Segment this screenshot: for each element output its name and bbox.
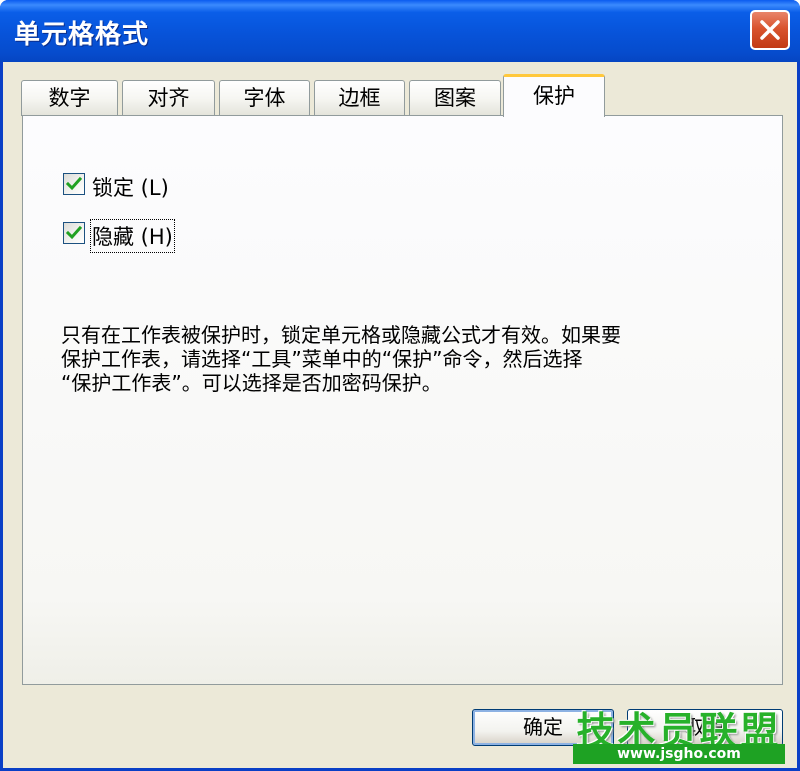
hidden-checkbox[interactable] — [63, 222, 85, 244]
description-line: “保护工作表”。可以选择是否加密码保护。 — [61, 371, 442, 395]
tab-border[interactable]: 边框 — [314, 80, 405, 116]
close-icon — [760, 20, 780, 40]
description-line: 保护工作表，请选择“工具”菜单中的“保护”命令，然后选择 — [61, 347, 583, 371]
dialog-title: 单元格格式 — [14, 20, 150, 50]
tab-alignment[interactable]: 对齐 — [122, 80, 215, 116]
description-line: 只有在工作表被保护时，锁定单元格或隐藏公式才有效。如果要 — [61, 323, 621, 347]
protection-panel: 锁定 (L) 隐藏 (H) 只有在工作表被保护时，锁定单元格或隐藏公式才有效。如… — [22, 115, 783, 685]
title-bar[interactable]: 单元格格式 — [0, 0, 800, 62]
tab-font[interactable]: 字体 — [219, 80, 310, 116]
locked-label: 锁定 (L) — [92, 176, 169, 200]
protection-description: 只有在工作表被保护时，锁定单元格或隐藏公式才有效。如果要 保护工作表，请选择“工… — [61, 323, 761, 395]
tab-number[interactable]: 数字 — [21, 80, 118, 116]
close-button[interactable] — [750, 10, 790, 50]
locked-checkbox[interactable] — [63, 173, 85, 195]
watermark-url: www.jsgho.com — [573, 744, 785, 764]
format-cells-dialog: 单元格格式 数字 对齐 字体 边框 图案 保护 锁定 (L) 隐藏 (H) 只有… — [0, 0, 800, 771]
watermark-logo: 技术员联盟 www.jsgho.com — [573, 700, 785, 766]
tab-protection[interactable]: 保护 — [503, 74, 605, 117]
checkmark-icon — [66, 225, 82, 240]
hidden-label: 隐藏 (H) — [90, 219, 175, 253]
tab-patterns[interactable]: 图案 — [409, 80, 501, 116]
checkmark-icon — [66, 176, 82, 191]
